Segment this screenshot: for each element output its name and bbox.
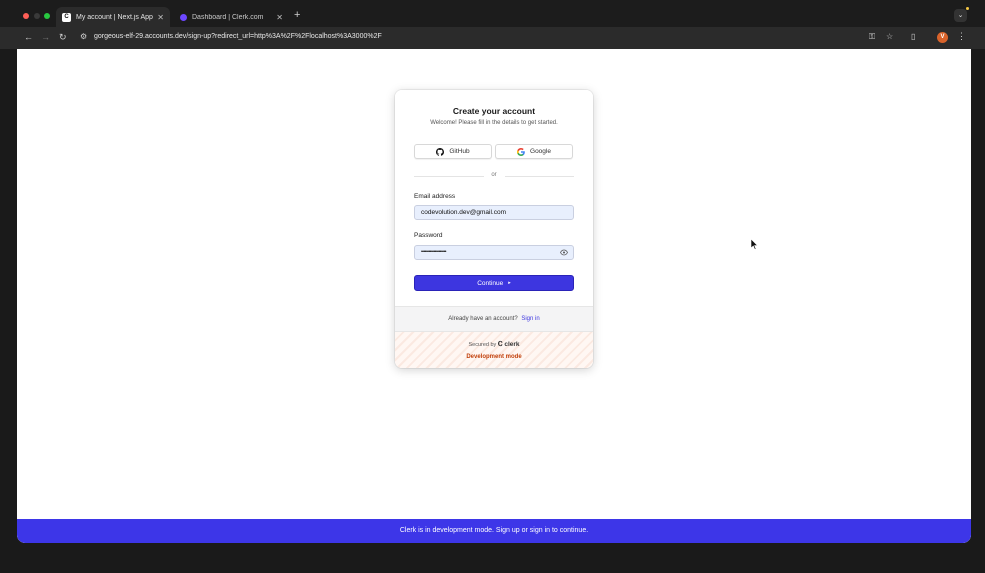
page-viewport: Create your account Welcome! Please fill…	[17, 49, 971, 543]
back-arrow-icon[interactable]: ←	[24, 32, 33, 42]
secured-by-text: Secured by	[468, 342, 497, 348]
google-label: Google	[530, 148, 551, 155]
forward-arrow-icon[interactable]: →	[41, 32, 50, 42]
google-button[interactable]: Google	[495, 144, 573, 159]
eye-icon[interactable]	[560, 249, 568, 256]
divider-or: or	[491, 172, 497, 178]
tab-my-account[interactable]: C My account | Next.js App ✕	[56, 7, 170, 27]
window-close-button[interactable]	[23, 13, 29, 19]
window-minimize-button[interactable]	[34, 13, 40, 19]
secured-by: Secured by 𝐂 clerk	[395, 341, 593, 349]
signup-card: Create your account Welcome! Please fill…	[395, 90, 593, 368]
clerk-logo[interactable]: 𝐂 clerk	[498, 341, 520, 348]
tab-search-chevron-icon[interactable]: ⌄	[954, 9, 967, 22]
menu-kebab-icon[interactable]: ⋮	[957, 31, 966, 42]
email-label: Email address	[414, 193, 456, 200]
tab-title: Dashboard | Clerk.com	[192, 13, 264, 21]
address-bar[interactable]: gorgeous-elf-29.accounts.dev/sign-up?red…	[94, 33, 382, 40]
github-button[interactable]: GitHub	[414, 144, 492, 159]
divider-right	[505, 176, 574, 177]
tab-title: My account | Next.js App	[76, 13, 153, 21]
card-subtitle: Welcome! Please fill in the details to g…	[430, 120, 558, 126]
card-title: Create your account	[452, 106, 536, 116]
password-key-icon[interactable]: ⚿	[869, 32, 875, 42]
profile-avatar[interactable]: V	[937, 32, 948, 43]
dev-mode-label: Development mode	[466, 354, 522, 360]
password-field[interactable]: ••••••••••••••••••••	[414, 245, 574, 260]
email-field[interactable]: codevolution.dev@gmail.com	[414, 205, 574, 220]
google-icon	[517, 147, 525, 156]
bookmark-star-icon[interactable]: ☆	[886, 32, 893, 41]
signup-form: Create your account Welcome! Please fill…	[395, 90, 593, 306]
github-icon	[436, 147, 445, 156]
browser-toolbar: ← → ↻ ⚙ gorgeous-elf-29.accounts.dev/sig…	[0, 27, 985, 49]
continue-button[interactable]: Continue ▸	[414, 275, 574, 291]
password-label: Password	[414, 232, 443, 239]
card-footer: Already have an account? Sign in	[395, 306, 593, 331]
caret-right-icon: ▸	[508, 280, 511, 286]
password-value: ••••••••••••••••••••	[421, 249, 447, 255]
footer-text: Already have an account?	[448, 316, 518, 322]
update-dot-icon	[966, 7, 969, 10]
site-info-icon[interactable]: ⚙	[80, 32, 87, 41]
continue-label: Continue	[477, 279, 504, 287]
new-tab-icon[interactable]: +	[294, 9, 300, 21]
clerk-favicon-icon	[180, 13, 187, 21]
mouse-cursor-icon	[751, 239, 759, 250]
tab-dashboard-clerk[interactable]: Dashboard | Clerk.com ✕	[173, 7, 289, 27]
github-label: GitHub	[449, 148, 470, 155]
reload-icon[interactable]: ↻	[59, 32, 67, 43]
tab-favicon-icon: C	[62, 12, 71, 22]
extensions-icon[interactable]: ▯	[911, 32, 915, 41]
signin-link[interactable]: Sign in	[521, 316, 539, 322]
close-icon[interactable]: ✕	[157, 13, 164, 22]
window-zoom-button[interactable]	[44, 13, 50, 19]
dev-mode-section: Secured by 𝐂 clerk Development mode	[395, 331, 593, 368]
close-icon[interactable]: ✕	[276, 13, 283, 22]
browser-tab-bar: C My account | Next.js App ✕ Dashboard |…	[0, 0, 985, 30]
dev-mode-banner: Clerk is in development mode. Sign up or…	[17, 519, 971, 543]
